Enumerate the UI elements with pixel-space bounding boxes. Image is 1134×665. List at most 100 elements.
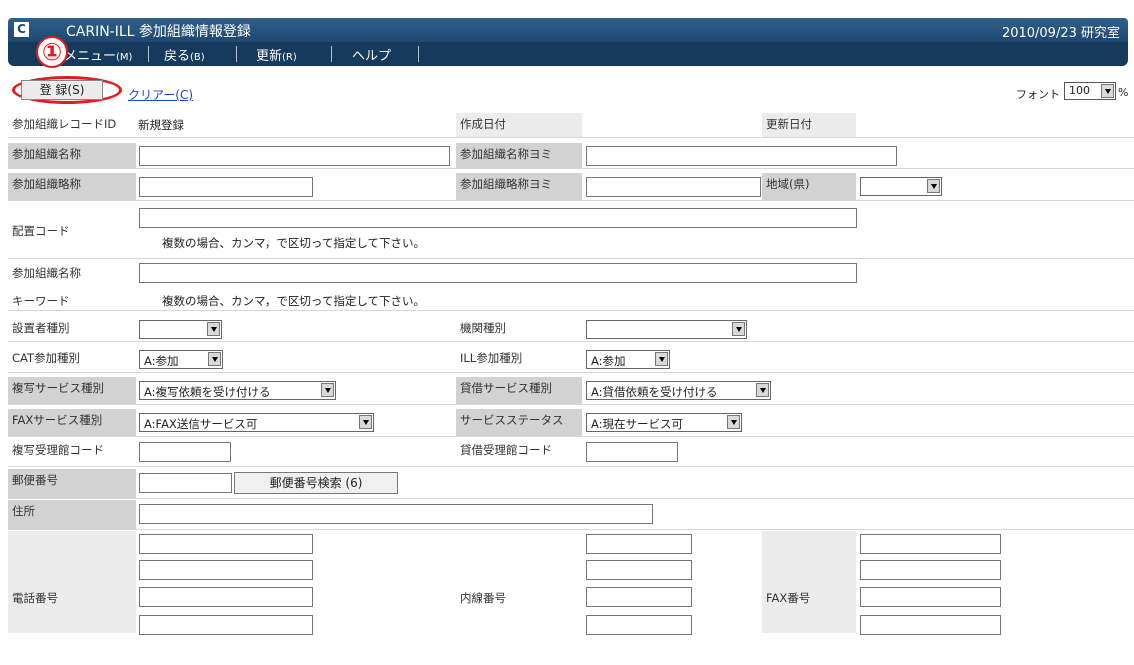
menu-separator bbox=[236, 46, 237, 62]
postal-code-input[interactable] bbox=[139, 473, 232, 493]
keyword-label: 参加組織名称 キーワード bbox=[8, 261, 136, 310]
extension-input-3[interactable] bbox=[586, 587, 692, 607]
loan-receiver-input[interactable] bbox=[586, 442, 678, 462]
form-row: 電話番号 内線番号 FAX番号 bbox=[8, 531, 1134, 635]
font-unit-label: % bbox=[1118, 86, 1129, 99]
chevron-down-icon[interactable] bbox=[655, 352, 668, 366]
loan-service-value: A:貸借依頼を受け付ける bbox=[591, 385, 718, 399]
service-status-value: A:現在サービス可 bbox=[591, 417, 684, 431]
fax-service-label: FAXサービス種別 bbox=[8, 409, 136, 436]
copy-service-value: A:複写依頼を受け付ける bbox=[144, 385, 271, 399]
service-status-select[interactable]: A:現在サービス可 bbox=[586, 413, 742, 432]
cat-type-label: CAT参加種別 bbox=[8, 347, 136, 372]
updated-date-label: 更新日付 bbox=[762, 113, 856, 137]
font-size-label: フォント bbox=[1016, 88, 1060, 101]
date-info: 2010/09/23 研究室 bbox=[1001, 26, 1120, 41]
phone-input-1[interactable] bbox=[139, 534, 313, 554]
org-name-kana-input[interactable] bbox=[586, 146, 897, 166]
founder-type-label: 設置者種別 bbox=[8, 317, 136, 341]
copy-service-label: 複写サービス種別 bbox=[8, 377, 136, 404]
fax-number-input-3[interactable] bbox=[860, 587, 1001, 607]
cat-type-select[interactable]: A:参加 bbox=[139, 350, 223, 369]
form-row: FAXサービス種別 A:FAX送信サービス可 サービスステータス A:現在サービ… bbox=[8, 409, 1134, 437]
service-status-label: サービスステータス bbox=[456, 409, 582, 436]
menu-item-help[interactable]: ヘルプ bbox=[346, 45, 397, 64]
address-label: 住所 bbox=[8, 500, 136, 529]
address-input[interactable] bbox=[139, 504, 653, 524]
form-row: 複写受理館コード 貸借受理館コード bbox=[8, 439, 1134, 467]
postal-code-label: 郵便番号 bbox=[8, 469, 136, 498]
extension-label: 内線番号 bbox=[456, 531, 582, 633]
menu-separator bbox=[331, 46, 332, 62]
extension-input-2[interactable] bbox=[586, 560, 692, 580]
fax-number-input-4[interactable] bbox=[860, 615, 1001, 635]
form-row: 参加組織名称 キーワード 複数の場合、カンマ，で区切って指定して下さい。 bbox=[8, 261, 1134, 311]
ill-type-select[interactable]: A:参加 bbox=[586, 350, 670, 369]
chevron-down-icon[interactable] bbox=[732, 322, 745, 336]
keyword-input[interactable] bbox=[139, 263, 857, 283]
form-row: 参加組織名称 参加組織名称ヨミ bbox=[8, 143, 1134, 169]
chevron-down-icon[interactable] bbox=[208, 352, 221, 366]
extension-input-1[interactable] bbox=[586, 534, 692, 554]
record-id-label: 参加組織レコードID bbox=[8, 113, 136, 137]
form-row: CAT参加種別 A:参加 ILL参加種別 A:参加 bbox=[8, 347, 1134, 373]
form-row: 配置コード 複数の場合、カンマ，で区切って指定して下さい。 bbox=[8, 203, 1134, 259]
org-abbr-label: 参加組織略称 bbox=[8, 173, 136, 200]
organization-form: 参加組織レコードID 新規登録 作成日付 更新日付 参加組織名称 参加組織名称ヨ… bbox=[8, 113, 1134, 635]
form-row: 参加組織略称 参加組織略称ヨミ 地域(県) bbox=[8, 173, 1134, 201]
register-button[interactable]: 登 録(S) bbox=[21, 80, 103, 100]
org-abbr-input[interactable] bbox=[139, 177, 313, 197]
window-title: CARIN-ILL 参加組織情報登録 bbox=[66, 24, 251, 40]
fax-number-input-1[interactable] bbox=[860, 534, 1001, 554]
phone-input-2[interactable] bbox=[139, 560, 313, 580]
clear-link[interactable]: クリアー(C) bbox=[128, 86, 193, 103]
chevron-down-icon[interactable] bbox=[756, 383, 769, 397]
chevron-down-icon[interactable] bbox=[927, 179, 940, 193]
ill-type-label: ILL参加種別 bbox=[456, 347, 582, 372]
loan-service-select[interactable]: A:貸借依頼を受け付ける bbox=[586, 381, 771, 400]
org-name-kana-label: 参加組織名称ヨミ bbox=[456, 143, 582, 168]
title-bar: C CARIN-ILL 参加組織情報登録 2010/09/23 研究室 bbox=[8, 18, 1128, 42]
menu-separator bbox=[418, 46, 419, 62]
copy-receiver-input[interactable] bbox=[139, 442, 231, 462]
chevron-down-icon[interactable] bbox=[1101, 84, 1114, 98]
phone-input-3[interactable] bbox=[139, 587, 313, 607]
placement-code-hint: 複数の場合、カンマ，で区切って指定して下さい。 bbox=[162, 236, 426, 250]
menu-item-menu[interactable]: メニュー(M) bbox=[58, 45, 138, 64]
org-name-input[interactable] bbox=[139, 146, 450, 166]
chevron-down-icon[interactable] bbox=[207, 322, 220, 336]
fax-service-value: A:FAX送信サービス可 bbox=[144, 417, 258, 431]
chevron-down-icon[interactable] bbox=[321, 383, 334, 397]
fax-service-select[interactable]: A:FAX送信サービス可 bbox=[139, 413, 374, 432]
form-row: 住所 bbox=[8, 500, 1134, 530]
institution-type-select[interactable] bbox=[586, 320, 747, 339]
app-logo-icon: C bbox=[14, 22, 29, 37]
org-abbr-kana-input[interactable] bbox=[586, 177, 761, 197]
extension-input-4[interactable] bbox=[586, 615, 692, 635]
placement-code-label: 配置コード bbox=[8, 203, 136, 258]
copy-service-select[interactable]: A:複写依頼を受け付ける bbox=[139, 381, 336, 400]
copy-receiver-label: 複写受理館コード bbox=[8, 439, 136, 466]
menu-item-update[interactable]: 更新(R) bbox=[250, 45, 303, 64]
fax-number-label: FAX番号 bbox=[762, 531, 856, 633]
form-row: 複写サービス種別 A:複写依頼を受け付ける 貸借サービス種別 A:貸借依頼を受け… bbox=[8, 377, 1134, 405]
region-label: 地域(県) bbox=[762, 173, 856, 200]
chevron-down-icon[interactable] bbox=[727, 415, 740, 429]
keyword-hint: 複数の場合、カンマ，で区切って指定して下さい。 bbox=[162, 294, 426, 308]
keyword-label-line2: キーワード bbox=[12, 294, 70, 308]
menu-item-back[interactable]: 戻る(B) bbox=[158, 45, 211, 64]
postal-search-button[interactable]: 郵便番号検索 (6) bbox=[234, 472, 398, 494]
founder-type-select[interactable] bbox=[139, 320, 222, 339]
placement-code-input[interactable] bbox=[139, 208, 857, 228]
record-id-value: 新規登録 bbox=[138, 118, 184, 132]
fax-number-input-2[interactable] bbox=[860, 560, 1001, 580]
phone-input-4[interactable] bbox=[139, 615, 313, 635]
form-row: 設置者種別 機関種別 bbox=[8, 317, 1134, 342]
chevron-down-icon[interactable] bbox=[359, 415, 372, 429]
menu-bar: メニュー(M) 戻る(B) 更新(R) ヘルプ bbox=[8, 42, 1128, 66]
loan-service-label: 貸借サービス種別 bbox=[456, 377, 582, 404]
institution-type-label: 機関種別 bbox=[456, 317, 582, 341]
font-size-select[interactable]: 100 bbox=[1064, 82, 1116, 100]
region-select[interactable] bbox=[860, 177, 942, 196]
ill-type-value: A:参加 bbox=[591, 354, 626, 368]
